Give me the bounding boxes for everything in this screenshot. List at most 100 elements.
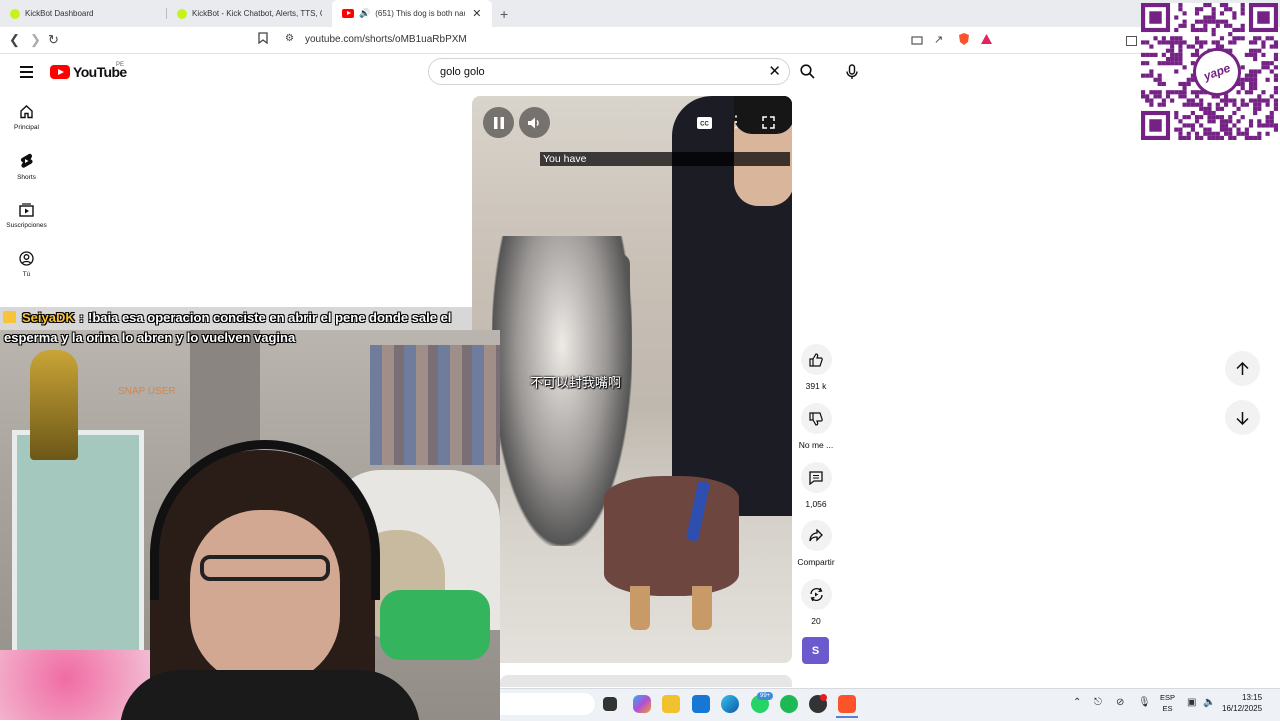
arrow-up-icon bbox=[1236, 361, 1249, 375]
search-button[interactable] bbox=[792, 58, 822, 85]
active-app-indicator bbox=[836, 716, 858, 718]
share-arrow-icon bbox=[809, 529, 823, 542]
you-icon bbox=[19, 251, 34, 266]
sidebar-item-suscripciones[interactable]: Suscripciones bbox=[0, 202, 53, 229]
brave-browser-icon[interactable] bbox=[838, 695, 856, 713]
back-icon[interactable]: ❮ bbox=[9, 32, 20, 48]
tab-title: KickBot Dashboard bbox=[25, 9, 94, 18]
pause-button[interactable] bbox=[483, 107, 514, 138]
volume-icon bbox=[528, 117, 539, 128]
new-tab-button[interactable]: + bbox=[500, 6, 508, 22]
bookmark-icon[interactable] bbox=[258, 32, 268, 47]
streamer-webcam: SNAP USER bbox=[0, 330, 500, 720]
file-explorer-icon[interactable] bbox=[662, 695, 680, 713]
tray-camera-off-icon[interactable]: ⊘ bbox=[1116, 697, 1124, 708]
share-icon[interactable]: ↗ bbox=[934, 33, 943, 46]
shorts-icon bbox=[20, 153, 33, 168]
language-indicator[interactable]: ESP ES bbox=[1160, 692, 1175, 714]
webcam-wall-sign: SNAP USER bbox=[118, 386, 176, 397]
whatsapp-badge: 99+ bbox=[757, 692, 774, 700]
captions-button[interactable]: CC bbox=[690, 110, 718, 135]
sidebar-item-label: Shorts bbox=[17, 174, 36, 181]
search-query: golo golo bbox=[440, 66, 485, 78]
clear-search-icon[interactable]: ✕ bbox=[768, 62, 781, 80]
task-view-icon[interactable] bbox=[603, 697, 617, 711]
next-short-button[interactable] bbox=[1225, 400, 1260, 435]
cast-icon[interactable] bbox=[911, 34, 923, 49]
chat-username: SeiyaDK bbox=[22, 310, 75, 325]
fullscreen-button[interactable] bbox=[756, 110, 781, 135]
network-icon[interactable]: ▣ bbox=[1187, 697, 1196, 708]
brave-rewards-icon[interactable] bbox=[980, 33, 993, 48]
previous-short-button[interactable] bbox=[1225, 351, 1260, 386]
remix-button[interactable]: 20 bbox=[797, 579, 835, 626]
chat-message-text-2: esperma y la orina lo abren y lo vuelven… bbox=[4, 330, 296, 345]
taskbar-search-box[interactable] bbox=[500, 693, 595, 715]
language-code: ESP bbox=[1160, 693, 1176, 702]
menu-icon[interactable] bbox=[20, 66, 33, 81]
share-button[interactable]: Compartir bbox=[792, 520, 840, 567]
spotify-icon[interactable] bbox=[780, 695, 798, 713]
address-bar-row: ❮ ❯ ↻ ⚙ youtube.com/shorts/oMB1uaRbPXM ↗ bbox=[0, 27, 1280, 54]
closed-caption-text: You have bbox=[540, 152, 790, 166]
url-text[interactable]: youtube.com/shorts/oMB1uaRbPXM bbox=[305, 34, 467, 45]
youtube-play-icon bbox=[50, 65, 70, 79]
sidebar-item-shorts[interactable]: Shorts bbox=[0, 153, 53, 181]
tab-kickbot-dashboard[interactable]: KickBot Dashboard bbox=[0, 0, 165, 27]
next-short-preview[interactable] bbox=[500, 675, 792, 687]
remix-count: 20 bbox=[811, 616, 821, 626]
sidebar-item-principal[interactable]: Principal bbox=[0, 104, 53, 131]
tab-youtube-short[interactable]: 🔊 (651) This dog is both naugh ✕ bbox=[332, 0, 492, 27]
like-button[interactable]: 391 k bbox=[797, 344, 835, 391]
microsoft-store-icon[interactable] bbox=[692, 695, 710, 713]
close-tab-icon[interactable]: ✕ bbox=[472, 7, 481, 20]
comment-icon bbox=[809, 470, 823, 485]
brave-shields-icon[interactable] bbox=[957, 32, 971, 49]
search-input[interactable]: golo golo ✕ bbox=[428, 58, 790, 85]
share-label: Compartir bbox=[797, 557, 835, 567]
chat-message: SeiyaDK : !baia esa operacion conciste e… bbox=[0, 307, 472, 330]
tray-microphone-icon[interactable]: 🎙 bbox=[1138, 697, 1151, 708]
tab-title: KickBot - Kick Chatbot, Alerts, TTS, C bbox=[192, 9, 322, 18]
home-icon bbox=[20, 105, 33, 119]
shorts-video-player[interactable]: CC ⋮ You have 不可以封我嘴啊 bbox=[472, 96, 792, 663]
remix-icon bbox=[809, 587, 823, 602]
browser-tab-strip: KickBot Dashboard KickBot - Kick Chatbot… bbox=[0, 0, 1280, 27]
copilot-icon[interactable] bbox=[633, 695, 651, 713]
reload-icon[interactable]: ↻ bbox=[48, 32, 59, 48]
comment-count: 1,056 bbox=[805, 499, 827, 509]
tab-title: (651) This dog is both naugh bbox=[375, 9, 465, 18]
show-hidden-icons-icon[interactable]: ⌃ bbox=[1073, 697, 1081, 708]
recording-dot-icon bbox=[820, 694, 827, 701]
site-settings-icon[interactable]: ⚙ bbox=[285, 33, 294, 44]
country-code: PE bbox=[116, 62, 125, 68]
comments-button[interactable]: 1,056 bbox=[797, 462, 835, 509]
volume-button[interactable] bbox=[519, 107, 550, 138]
video-stool-legs bbox=[622, 586, 722, 630]
thumbs-down-icon bbox=[809, 411, 823, 426]
microphone-icon bbox=[845, 63, 858, 79]
dislike-button[interactable]: No me ... bbox=[797, 403, 835, 450]
more-options-icon[interactable]: ⋮ bbox=[728, 110, 744, 135]
channel-avatar[interactable]: S bbox=[802, 637, 829, 664]
edge-icon[interactable] bbox=[721, 695, 739, 713]
youtube-favicon bbox=[342, 9, 354, 18]
kickbot-favicon bbox=[10, 8, 20, 19]
system-clock[interactable]: 13:15 16/12/2025 bbox=[1222, 692, 1262, 714]
dislike-label: No me ... bbox=[798, 440, 834, 450]
webcam-green-plush bbox=[380, 590, 490, 660]
speaker-icon[interactable]: 🔈 bbox=[1203, 697, 1215, 708]
clock-time: 13:15 bbox=[1242, 693, 1263, 702]
pause-icon bbox=[493, 116, 504, 129]
svg-text:CC: CC bbox=[700, 121, 709, 127]
webcam-shelf bbox=[12, 430, 144, 680]
sidebar-item-tu[interactable]: Tú bbox=[0, 251, 53, 278]
sidebar-item-label: Tú bbox=[22, 271, 31, 278]
forward-icon[interactable]: ❯ bbox=[30, 32, 41, 48]
subscriptions-icon bbox=[19, 203, 34, 217]
tray-app-icon[interactable]: ⎋ bbox=[1094, 697, 1102, 708]
voice-search-button[interactable] bbox=[838, 58, 865, 85]
audio-playing-icon[interactable]: 🔊 bbox=[359, 8, 370, 19]
sidebar-toggle-icon[interactable] bbox=[1126, 34, 1137, 49]
tab-kickbot-chatbot[interactable]: KickBot - Kick Chatbot, Alerts, TTS, C bbox=[167, 0, 332, 27]
